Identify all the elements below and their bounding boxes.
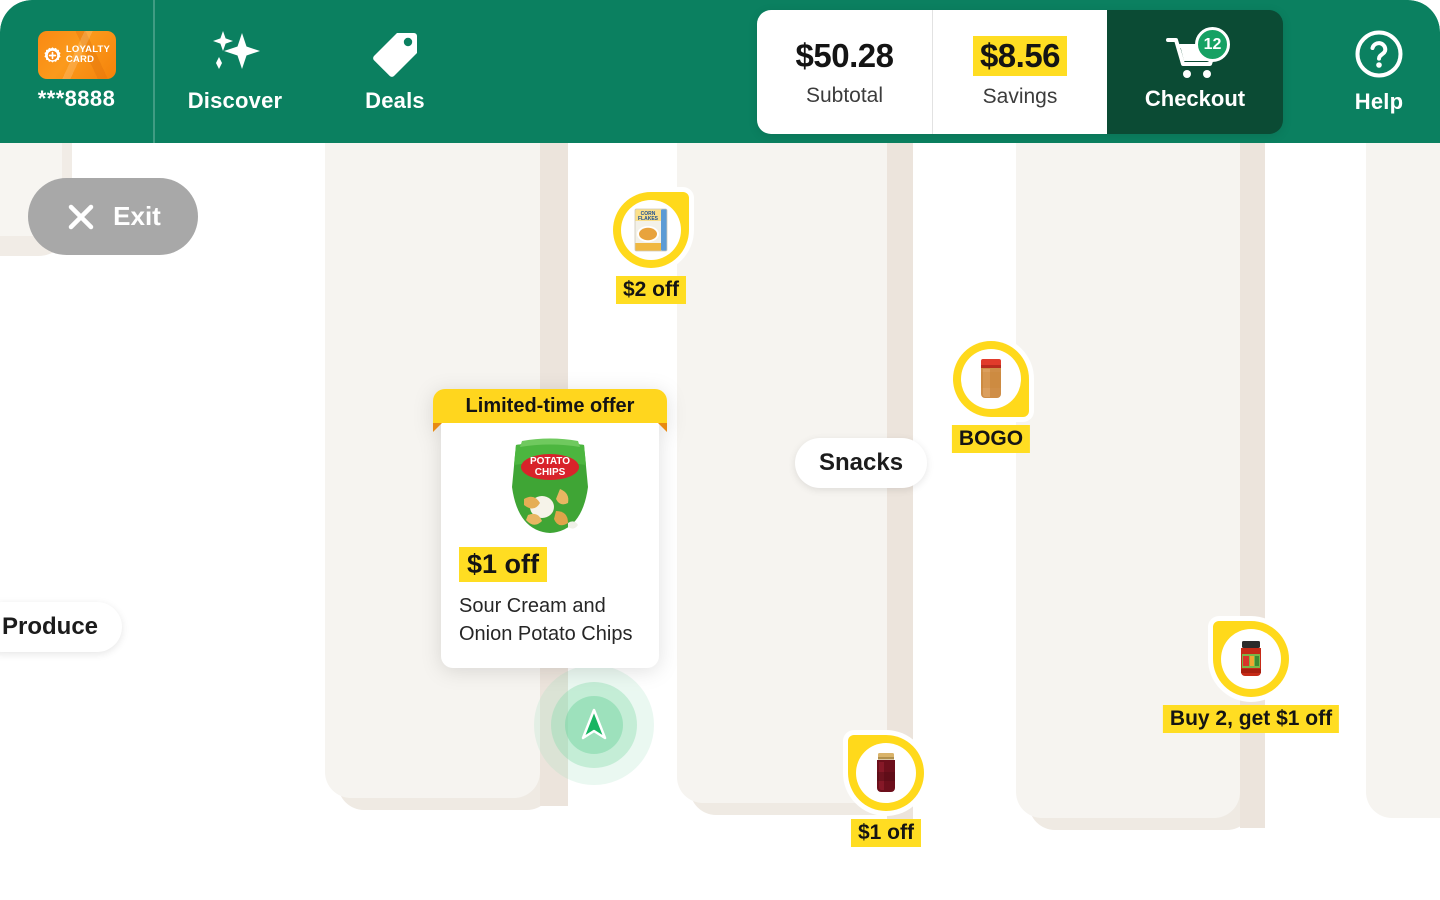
svg-text:POTATO: POTATO [530, 456, 570, 467]
offer-description: Sour Cream and Onion Potato Chips [459, 595, 633, 645]
app-header: LOYALTY CARD ***8888 Discover Deals $50.… [0, 0, 1440, 143]
loyalty-plus-gear-icon [44, 46, 61, 63]
deal-pin-jam[interactable]: $1 off [848, 735, 924, 847]
checkout-button[interactable]: 12 Checkout [1107, 10, 1283, 134]
offer-ribbon-label: Limited-time offer [465, 394, 635, 417]
subtotal-value: $50.28 [795, 36, 894, 74]
deal-pin-tag: BOGO [951, 425, 1031, 453]
loyalty-card-icon: LOYALTY CARD [37, 31, 116, 79]
limited-time-offer-card[interactable]: Limited-time offer POTATO CHIPS $1 off S… [433, 389, 667, 668]
potato-chips-bag-icon: POTATO CHIPS [512, 438, 588, 533]
exit-button[interactable]: Exit [28, 178, 198, 255]
savings-value: $8.56 [972, 35, 1068, 76]
navigation-arrow-icon [581, 708, 607, 740]
shelf-strip-2 [887, 138, 913, 838]
svg-text:CHIPS: CHIPS [535, 467, 566, 478]
loyalty-card-number: ***8888 [37, 86, 116, 111]
help-button[interactable]: Help [1354, 0, 1404, 143]
loyalty-card-block[interactable]: LOYALTY CARD ***8888 [0, 0, 155, 143]
price-tag-icon [373, 33, 417, 77]
pin-product-image [961, 349, 1021, 409]
deal-pin-peanut-butter[interactable]: BOGO [951, 341, 1031, 453]
sparkles-icon [213, 31, 260, 69]
offer-card-body: POTATO CHIPS $1 off Sour Cream and Onion… [441, 423, 659, 668]
order-summary-bar: $50.28 Subtotal $8.56 Savings 12 Checkou… [757, 10, 1283, 134]
cart-item-count-badge: 12 [1195, 27, 1230, 62]
pin-shape [1213, 621, 1289, 697]
aisle-label-snacks[interactable]: Snacks [795, 438, 928, 488]
peanut-butter-jar-icon [981, 359, 1001, 398]
nav-item-label: Deals [365, 88, 425, 113]
aisle-label-produce[interactable]: Produce [0, 602, 123, 652]
pin-shape: CORN FLAKES [613, 192, 689, 268]
salsa-jar-icon [1241, 641, 1261, 676]
deal-pin-salsa[interactable]: Buy 2, get $1 off [1162, 621, 1340, 733]
pin-product-image [856, 743, 916, 803]
nav-item-deals[interactable]: Deals [315, 0, 475, 143]
cereal-box-icon: CORN FLAKES [634, 208, 668, 252]
deal-pin-corn-flakes[interactable]: CORN FLAKES $2 off [613, 192, 689, 304]
deal-pin-tag: $2 off [615, 276, 687, 304]
pin-product-image [1221, 629, 1281, 689]
close-x-icon [68, 204, 94, 229]
aisle-label-text: Produce [2, 613, 99, 640]
offer-discount-badge: $1 off [459, 547, 548, 582]
deal-pin-tag: $1 off [850, 819, 922, 847]
cart-icon-wrapper: 12 [1166, 27, 1230, 80]
pin-shape [953, 341, 1029, 417]
aisle-label-text: Snacks [819, 449, 904, 476]
store-map-app: Produce Snacks CORN FLAKES $2 off BOGO B… [0, 0, 1440, 900]
savings-cell[interactable]: $8.56 Savings [932, 10, 1107, 134]
offer-ribbon: Limited-time offer [433, 389, 667, 432]
question-mark-circle-icon [1355, 30, 1403, 77]
help-label: Help [1354, 88, 1404, 114]
subtotal-cell[interactable]: $50.28 Subtotal [757, 10, 932, 134]
nav-item-label: Discover [187, 88, 283, 113]
user-location-indicator [534, 665, 654, 785]
deal-pin-tag: Buy 2, get $1 off [1162, 705, 1340, 733]
pin-product-image: CORN FLAKES [621, 200, 681, 260]
aisle-block-4[interactable] [1366, 138, 1440, 818]
pin-shape [848, 735, 924, 811]
exit-button-label: Exit [113, 201, 161, 231]
loyalty-card-line2: CARD [65, 54, 95, 65]
svg-text:FLAKES: FLAKES [638, 216, 659, 222]
checkout-label: Checkout [1144, 86, 1246, 111]
loyalty-card-text: LOYALTY CARD [65, 44, 110, 66]
subtotal-label: Subtotal [805, 83, 884, 107]
savings-label: Savings [982, 84, 1058, 108]
jam-jar-icon [877, 753, 895, 792]
nav-item-discover[interactable]: Discover [155, 0, 315, 143]
